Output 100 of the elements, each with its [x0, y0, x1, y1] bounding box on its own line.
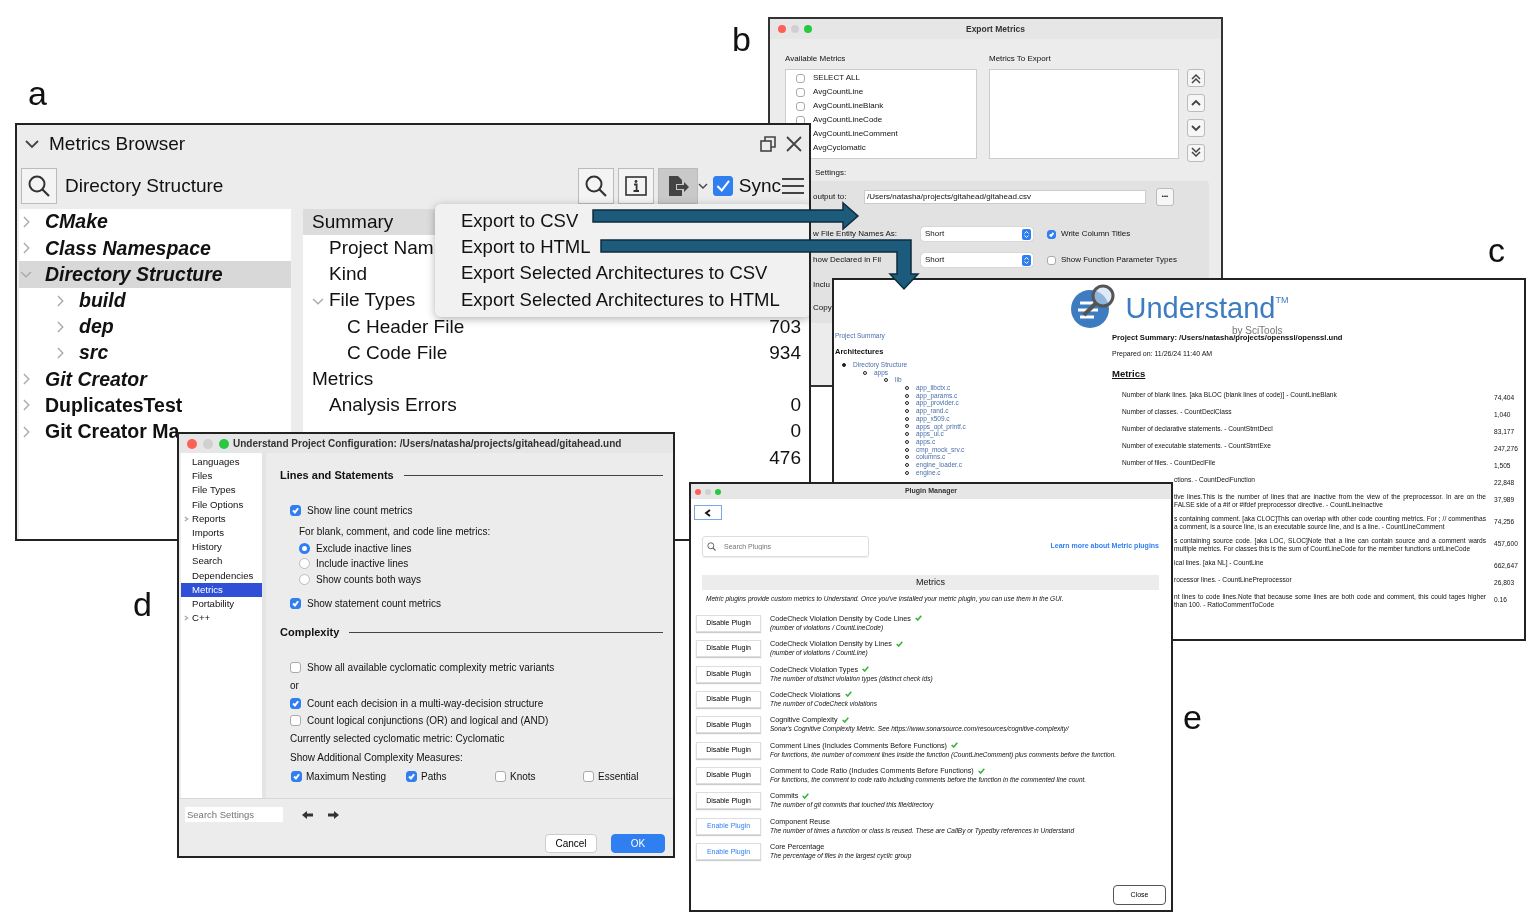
checkbox[interactable]	[1047, 229, 1056, 239]
check-icon	[844, 691, 852, 698]
move-button[interactable]	[1187, 94, 1205, 112]
row-label: Project Nam	[329, 236, 434, 261]
search-icon	[27, 174, 51, 198]
tree-item[interactable]: CMake	[19, 209, 291, 236]
caret-icon[interactable]	[697, 181, 708, 191]
checkbox[interactable]	[583, 771, 594, 782]
checkbox-label: Knots	[510, 770, 536, 784]
checkbox[interactable]	[290, 504, 301, 516]
move-button[interactable]	[1187, 119, 1205, 137]
checkbox-label: Show statement count metrics	[307, 597, 441, 611]
check-icon	[802, 793, 810, 799]
back-arrow-icon[interactable]	[301, 809, 314, 820]
check-icon	[914, 615, 922, 622]
checkbox[interactable]	[290, 661, 301, 673]
tree-item[interactable]: Git Creator	[19, 366, 291, 393]
section-heading: Complexity	[280, 625, 340, 640]
forward-arrow-icon[interactable]	[327, 809, 340, 820]
panel-label: b	[732, 22, 751, 56]
sidebar-item[interactable]: Search	[181, 554, 262, 569]
window-title: Metrics Browser	[49, 131, 186, 156]
tree-item[interactable]: Directory Structure	[19, 261, 291, 288]
row-label: C Code File	[347, 340, 448, 365]
search-button[interactable]	[21, 168, 57, 204]
checkbox[interactable]	[290, 714, 301, 726]
sidebar-item[interactable]: Reports	[181, 511, 262, 526]
checkbox-label: Show Function Parameter Types	[1061, 254, 1177, 266]
panel-label: d	[133, 587, 152, 621]
sidebar-item[interactable]: Imports	[181, 526, 262, 541]
cancel-button[interactable]: Cancel	[545, 834, 597, 853]
checkbox[interactable]	[796, 87, 805, 97]
radio-button[interactable]	[299, 542, 310, 554]
info-button[interactable]	[617, 168, 654, 204]
menu-item[interactable]: Export Selected Architectures to HTML	[435, 286, 809, 313]
section-header[interactable]: Metrics	[303, 366, 809, 393]
panel-label: a	[28, 76, 47, 110]
sidebar-item[interactable]: Dependencies	[181, 568, 262, 583]
checkbox[interactable]	[290, 697, 301, 709]
info-icon	[623, 174, 648, 198]
check-icon	[862, 666, 870, 673]
back-button[interactable]	[694, 505, 722, 520]
checkbox[interactable]	[796, 115, 805, 125]
list-item[interactable]: AvgCountLineBlank	[813, 100, 884, 112]
sidebar-item[interactable]: History	[181, 540, 262, 555]
checkbox[interactable]	[290, 598, 301, 609]
sidebar-item[interactable]: File Types	[181, 483, 262, 498]
report-heading: Metrics	[1112, 366, 1147, 381]
checkbox-label: Write Column Titles	[1061, 228, 1131, 240]
menu-item[interactable]: Export Selected Architectures to CSV	[435, 260, 809, 287]
list-label: Available Metrics	[785, 53, 847, 65]
bullet-icon	[842, 362, 846, 367]
brand-name: Understand	[1125, 294, 1276, 323]
sidebar-item[interactable]: C++	[181, 611, 262, 626]
move-button[interactable]	[1187, 144, 1205, 162]
check-icon	[950, 742, 958, 749]
ok-button[interactable]: OK	[611, 834, 665, 853]
move-button[interactable]	[1187, 69, 1205, 87]
list-item[interactable]: SELECT ALL	[813, 72, 860, 84]
search-field[interactable]: Search Settings	[185, 807, 283, 822]
option-text: Show Additional Complexity Measures:	[290, 750, 463, 765]
sidebar-item[interactable]: Files	[181, 469, 262, 484]
move-bottom-icon	[1189, 146, 1203, 160]
restore-icon[interactable]	[759, 135, 777, 153]
list-item[interactable]: AvgCyclomatic	[813, 142, 866, 154]
close-icon[interactable]	[785, 135, 803, 153]
sidebar-item[interactable]: Portability	[181, 597, 262, 612]
radio-button[interactable]	[299, 558, 310, 570]
checkbox[interactable]	[796, 101, 805, 111]
export-button[interactable]	[657, 168, 698, 204]
sidebar-item[interactable]: Languages	[181, 455, 262, 470]
sidebar-item[interactable]: Metrics	[181, 582, 262, 598]
tree-item[interactable]: build	[19, 287, 291, 314]
brand-byline: by SciTools	[1231, 324, 1283, 336]
list-item[interactable]: AvgCountLine	[813, 86, 864, 98]
radio-button[interactable]	[299, 573, 310, 585]
path-field[interactable]: /Users/natasha/projects/gitahead/gitahead.csv	[864, 189, 1146, 204]
sidebar-item[interactable]: File Options	[181, 497, 262, 512]
list-item[interactable]: AvgCountLineComment	[813, 128, 898, 140]
stepper-icon	[1022, 254, 1031, 266]
menu-item[interactable]: Export to HTML	[435, 234, 809, 261]
tree-item[interactable]: dep	[19, 313, 291, 340]
menu-item[interactable]: Export to CSV	[435, 208, 809, 235]
tree-item[interactable]: DuplicatesTest	[19, 392, 291, 419]
select-field[interactable]: Short	[921, 253, 1033, 267]
search-button[interactable]	[577, 168, 614, 204]
menu-icon[interactable]	[781, 176, 805, 196]
checkbox[interactable]	[291, 771, 302, 782]
field-label: how Declared in Fil	[813, 255, 882, 264]
tree-item[interactable]: Class Namespace	[19, 235, 291, 262]
window-control[interactable]	[187, 438, 197, 449]
tree-item[interactable]: src	[19, 339, 291, 367]
checkbox[interactable]	[796, 73, 805, 83]
checkbox[interactable]	[406, 771, 417, 782]
checkbox[interactable]	[1047, 255, 1056, 265]
list-item[interactable]: AvgCountLineCode	[813, 114, 883, 126]
checkbox[interactable]	[495, 771, 506, 782]
select-field[interactable]: Short	[921, 227, 1033, 241]
checkbox[interactable]	[712, 176, 733, 196]
field-label: Inclu	[813, 280, 830, 289]
